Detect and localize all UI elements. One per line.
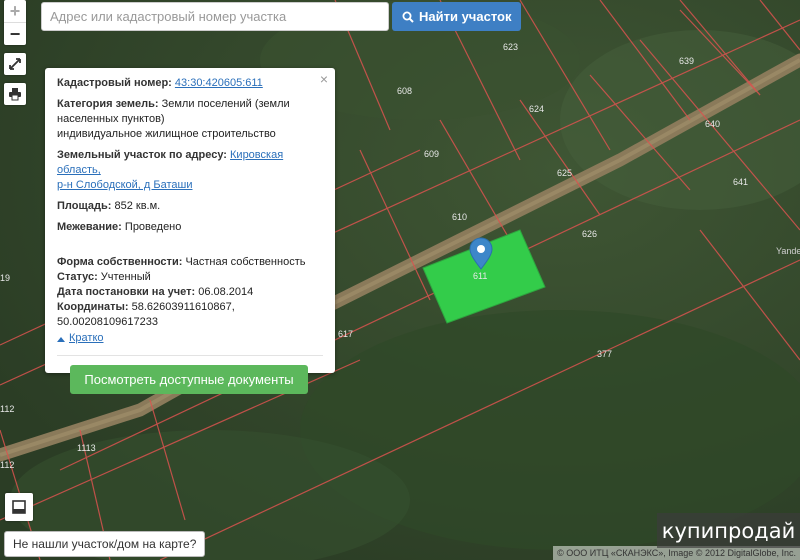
parcel-label: 641 — [733, 177, 748, 187]
land-use-value: индивидуальное жилищное строительство — [57, 128, 276, 140]
parcel-label: 112 — [0, 460, 14, 470]
status-row: Статус: Учтенный — [57, 270, 323, 285]
search-bar: Найти участок — [41, 2, 522, 31]
fullscreen-button[interactable] — [4, 53, 26, 75]
coordinates-row: Координаты: 58.62603911610867, 50.002081… — [57, 300, 323, 330]
site-watermark: купипродай — [657, 513, 800, 548]
zoom-control: + − — [4, 0, 26, 45]
expand-icon — [9, 58, 21, 70]
parcel-label: 112 — [0, 404, 14, 414]
parcel-label: 617 — [338, 329, 353, 339]
coordinates-label: Координаты: — [57, 301, 129, 313]
zoom-out-button[interactable]: − — [4, 23, 26, 45]
parcel-label: 608 — [397, 86, 412, 96]
search-icon — [402, 11, 414, 23]
caret-up-icon — [57, 336, 65, 342]
parcel-label: 611 — [473, 271, 487, 281]
cadastral-number-label: Кадастровый номер: — [57, 77, 172, 89]
parcel-label: 639 — [679, 56, 694, 66]
map-attribution: © ООО ИТЦ «СКАНЭКС», Image © 2012 Digita… — [553, 546, 800, 560]
registration-date-row: Дата постановки на учет: 06.08.2014 — [57, 285, 323, 300]
address-row: Земельный участок по адресу: Кировская о… — [57, 148, 323, 193]
registration-date-value: 06.08.2014 — [198, 286, 254, 298]
cadastral-number-row: Кадастровый номер: 43:30:420605:611 — [57, 76, 323, 91]
close-icon[interactable]: × — [320, 72, 328, 87]
ownership-row: Форма собственности: Частная собственнос… — [57, 255, 323, 270]
parcel-label: 609 — [424, 149, 439, 159]
parcel-info-popup: × Кадастровый номер: 43:30:420605:611 Ка… — [45, 68, 335, 394]
parcel-label: 625 — [557, 168, 572, 178]
print-button[interactable] — [4, 83, 26, 105]
divider — [57, 354, 323, 356]
parcel-label: 624 — [529, 104, 544, 114]
cadastral-number-link[interactable]: 43:30:420605:611 — [175, 77, 263, 89]
survey-row: Межевание: Проведено — [57, 220, 323, 235]
map-provider-watermark: Yandex — [776, 246, 800, 256]
address-label: Земельный участок по адресу: — [57, 149, 227, 161]
status-value: Учтенный — [100, 271, 151, 283]
zoom-in-button[interactable]: + — [4, 0, 26, 23]
land-category-value: населенных пунктов) — [57, 113, 165, 125]
parcel-label: 1113 — [77, 443, 96, 453]
parcel-label: 19 — [0, 273, 10, 283]
search-input[interactable] — [41, 2, 389, 31]
parcel-label: 623 — [503, 42, 518, 52]
layers-button[interactable] — [5, 493, 33, 521]
survey-label: Межевание: — [57, 221, 122, 233]
status-label: Статус: — [57, 271, 98, 283]
registration-date-label: Дата постановки на учет: — [57, 286, 196, 298]
search-button[interactable]: Найти участок — [392, 2, 522, 31]
area-value: 852 кв.м. — [114, 200, 161, 212]
address-link[interactable]: р-н Слободской, д Баташи — [57, 179, 193, 191]
collapse-label: Кратко — [69, 332, 104, 344]
search-button-label: Найти участок — [419, 9, 512, 24]
collapse-toggle[interactable]: Кратко — [57, 331, 104, 346]
ownership-label: Форма собственности: — [57, 256, 183, 268]
parcel-label: 626 — [582, 229, 597, 239]
parcel-label: 640 — [705, 119, 720, 129]
ownership-value: Частная собственность — [185, 256, 306, 268]
map-layer-icon — [12, 500, 26, 514]
parcel-label: 377 — [597, 349, 612, 359]
land-category-label: Категория земель: — [57, 98, 159, 110]
area-label: Площадь: — [57, 200, 112, 212]
printer-icon — [9, 88, 21, 101]
not-found-button[interactable]: Не нашли участок/дом на карте? — [4, 531, 206, 557]
view-documents-button[interactable]: Посмотреть доступные документы — [70, 364, 308, 394]
land-category-value: Земли поселений (земли — [161, 98, 290, 110]
parcel-label: 610 — [452, 212, 467, 222]
survey-value: Проведено — [124, 221, 182, 233]
land-category-row: Категория земель: Земли поселений (земли… — [57, 97, 323, 142]
area-row: Площадь: 852 кв.м. — [57, 199, 323, 214]
